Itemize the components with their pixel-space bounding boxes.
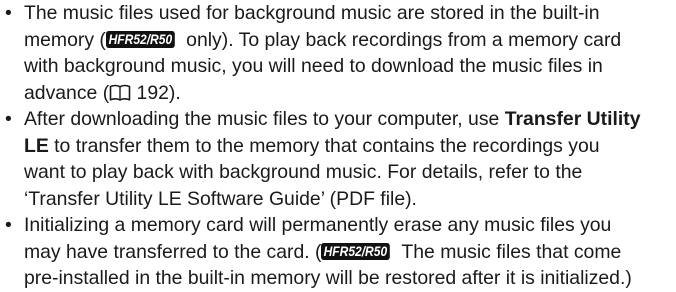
note-3-line-1: Initializing a memory card will permanen…	[24, 212, 676, 239]
note-item-initializing-card: • Initializing a memory card will perman…	[0, 212, 676, 292]
instruction-notes: • The music files used for background mu…	[0, 0, 676, 289]
note-2-line-1: After downloading the music files to you…	[24, 106, 676, 133]
note-3-text: Initializing a memory card will permanen…	[24, 214, 612, 236]
note-3-text: The music files that come	[396, 240, 622, 263]
note-1-text: with background music, you will need to …	[24, 55, 603, 77]
note-3-text: pre-installed in the built-in memory wil…	[24, 267, 632, 289]
bullet-icon: •	[5, 108, 12, 130]
note-1-line-2: memory (HFR52/R50 only). To play back re…	[24, 27, 676, 54]
note-1-text: advance (	[24, 81, 110, 104]
notes-list: • The music files used for background mu…	[0, 0, 676, 292]
note-item-transfer-utility: • After downloading the music files to y…	[0, 106, 676, 212]
note-1-text: The music files used for background musi…	[24, 2, 600, 24]
bullet-icon: •	[5, 2, 12, 24]
page-reference: 192).	[131, 81, 181, 104]
software-name: Transfer Utility	[504, 108, 641, 130]
note-1-line-3: with background music, you will need to …	[24, 53, 676, 80]
note-2-line-2: LE to transfer them to the memory that c…	[24, 133, 676, 160]
note-2-text: After downloading the music files to you…	[24, 108, 505, 130]
note-2-line-3: want to play back with background music.…	[24, 159, 676, 186]
software-name: LE	[24, 134, 49, 157]
model-badge: HFR52/R50	[105, 30, 175, 48]
note-1-text: only). To play back recordings from a me…	[180, 28, 622, 51]
note-2-line-4: ‘Transfer Utility LE Software Guide’ (PD…	[24, 186, 676, 213]
book-reference-icon	[109, 84, 131, 101]
bullet-icon: •	[5, 214, 12, 236]
note-item-background-music-storage: • The music files used for background mu…	[0, 0, 676, 106]
note-1-line-1: The music files used for background musi…	[24, 0, 676, 27]
note-3-text: may have transferred to the card. (	[24, 240, 322, 263]
note-2-text: want to play back with background music.…	[24, 161, 583, 183]
model-badge: HFR52/R50	[321, 242, 391, 260]
note-3-line-2: may have transferred to the card. (HFR52…	[24, 239, 676, 266]
note-1-line-4: advance ( 192).	[24, 80, 676, 107]
note-1-text: memory (	[24, 28, 106, 51]
note-2-text: ‘Transfer Utility LE Software Guide’ (PD…	[24, 187, 417, 210]
note-3-line-3: pre-installed in the built-in memory wil…	[24, 265, 676, 292]
note-2-text: to transfer them to the memory that cont…	[48, 134, 600, 157]
